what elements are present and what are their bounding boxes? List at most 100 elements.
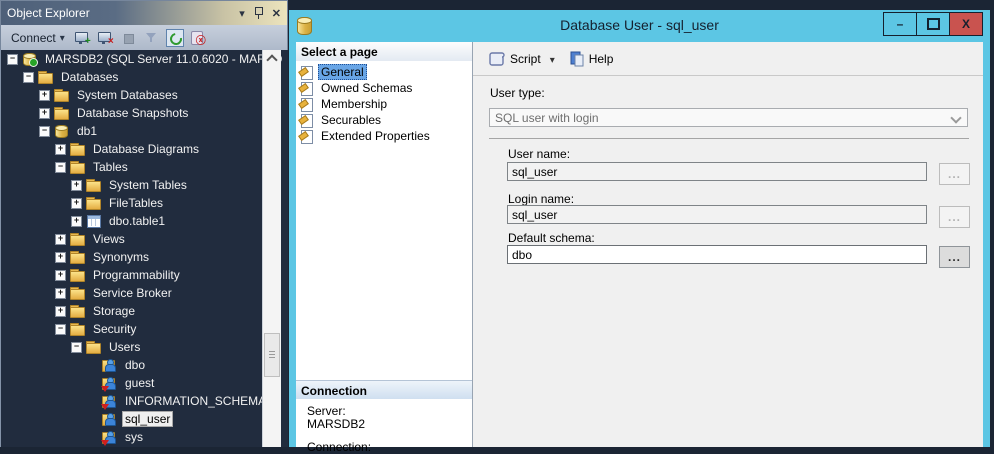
page-item-extended-properties[interactable]: Extended Properties [296,128,472,144]
tree-item-system-tables[interactable]: +System Tables [1,176,288,194]
window-position-icon[interactable] [239,6,245,20]
tree-item-guest[interactable]: guest [1,374,288,392]
page-list: GeneralOwned SchemasMembershipSecurables… [296,61,472,144]
database-user-dialog: Database User - sql_user – X Select a pa… [289,10,990,447]
close-icon[interactable] [272,6,281,20]
user-name-browse-button: ... [939,163,970,185]
tree-item-security[interactable]: −Security [1,320,288,338]
expand-toggle[interactable]: − [71,342,82,353]
page-item-membership[interactable]: Membership [296,96,472,112]
filter-icon[interactable] [143,30,160,46]
expand-toggle[interactable]: + [55,306,66,317]
tree-item-synonyms[interactable]: +Synonyms [1,248,288,266]
dialog-content: Script Help User type: SQL user with log… [473,42,983,447]
expand-toggle[interactable]: − [39,126,50,137]
refresh-icon[interactable] [166,30,183,46]
tree-item-filetables[interactable]: +FileTables [1,194,288,212]
expand-toggle[interactable]: + [55,234,66,245]
scroll-up-icon[interactable] [263,50,281,65]
tree-item-system-databases[interactable]: +System Databases [1,86,288,104]
tree-item-label: INFORMATION_SCHEMA [122,393,269,409]
expand-toggle[interactable]: + [71,180,82,191]
chevron-down-icon [950,112,961,123]
login-name-input[interactable] [507,205,927,224]
tree-item-databases[interactable]: −Databases [1,68,288,86]
tree-item-label: dbo [122,357,148,373]
tree-item-database-snapshots[interactable]: +Database Snapshots [1,104,288,122]
disconnect-icon[interactable]: × [97,30,114,46]
login-name-browse-button: ... [939,206,970,228]
folder-icon [86,196,102,210]
folder-icon [70,142,86,156]
expand-toggle[interactable]: + [71,198,82,209]
script-icon [488,51,506,67]
user-type-select[interactable]: SQL user with login [489,108,968,127]
object-explorer-tree: −MARSDB2 (SQL Server 11.0.6020 - MARSD−D… [0,50,288,447]
tree-item-information-schema[interactable]: INFORMATION_SCHEMA [1,392,288,410]
folder-icon [70,268,86,282]
desktop: { "object_explorer": { "title": "Object … [0,0,994,447]
expand-toggle[interactable]: + [55,144,66,155]
expand-toggle[interactable]: − [55,324,66,335]
folder-icon [70,250,86,264]
server-icon [22,52,38,66]
tree-item-tables[interactable]: −Tables [1,158,288,176]
maximize-button[interactable] [916,12,950,36]
tree-item-programmability[interactable]: +Programmability [1,266,288,284]
expand-toggle[interactable]: + [39,108,50,119]
help-button[interactable]: Help [589,52,614,66]
tree-item-label: sys [122,429,146,445]
default-schema-browse-button[interactable]: ... [939,246,970,268]
pin-icon[interactable] [254,7,263,19]
expand-toggle[interactable]: + [55,270,66,281]
tree-item-label: Views [90,231,128,247]
page-item-owned-schemas[interactable]: Owned Schemas [296,80,472,96]
scrollbar-thumb[interactable] [264,333,280,377]
tree-item-views[interactable]: + Views [1,230,288,248]
tree-item-sys[interactable]: sys [1,428,288,446]
default-schema-input[interactable] [507,245,927,264]
database-icon [54,124,70,138]
connect-button[interactable]: Connect [8,29,68,47]
folder-icon [86,178,102,192]
tree-item-sql-user[interactable]: sql_user [1,410,288,428]
minimize-button[interactable]: – [883,12,917,36]
expand-toggle[interactable]: − [23,72,34,83]
script-error-icon[interactable]: ⓧ [189,30,206,46]
page-item-securables[interactable]: Securables [296,112,472,128]
tree-item-storage[interactable]: +Storage [1,302,288,320]
tree-item-dbo[interactable]: dbo [1,356,288,374]
tree-item-database-diagrams[interactable]: +Database Diagrams [1,140,288,158]
expand-toggle[interactable]: − [55,162,66,173]
dialog-titlebar[interactable]: Database User - sql_user – X [289,10,990,42]
user-icon [102,358,118,372]
page-icon [300,66,315,79]
expand-toggle[interactable]: + [55,288,66,299]
maximize-icon [927,18,940,30]
server-label: Server: [307,404,346,418]
form-separator [489,138,969,139]
page-item-general[interactable]: General [296,64,472,80]
user-disabled-icon [102,376,118,390]
table-icon [86,214,102,228]
expand-toggle[interactable]: + [39,90,50,101]
server-value: MARSDB2 [307,417,365,431]
tree-item-users[interactable]: −Users [1,338,288,356]
connect-server-icon[interactable]: + [74,30,91,46]
expand-toggle[interactable]: + [55,252,66,263]
tree-item-marsdb2-sql-server-11-0-6020-marsd[interactable]: −MARSDB2 (SQL Server 11.0.6020 - MARSD [1,50,288,68]
folder-icon [70,322,86,336]
user-name-input[interactable] [507,162,927,181]
close-button[interactable]: X [949,12,983,36]
user-name-label: User name: [508,147,570,161]
object-explorer-titlebar: Object Explorer [0,0,288,25]
script-button[interactable]: Script [510,52,541,66]
expand-toggle[interactable]: − [7,54,18,65]
tree-item-label: Service Broker [90,285,175,301]
expand-toggle[interactable]: + [71,216,82,227]
tree-item-service-broker[interactable]: + Service Broker [1,284,288,302]
tree-item-dbo-table1[interactable]: +dbo.table1 [1,212,288,230]
script-dropdown-icon[interactable] [550,52,555,66]
tree-item-db1[interactable]: −db1 [1,122,288,140]
tree-scrollbar[interactable] [262,50,281,447]
